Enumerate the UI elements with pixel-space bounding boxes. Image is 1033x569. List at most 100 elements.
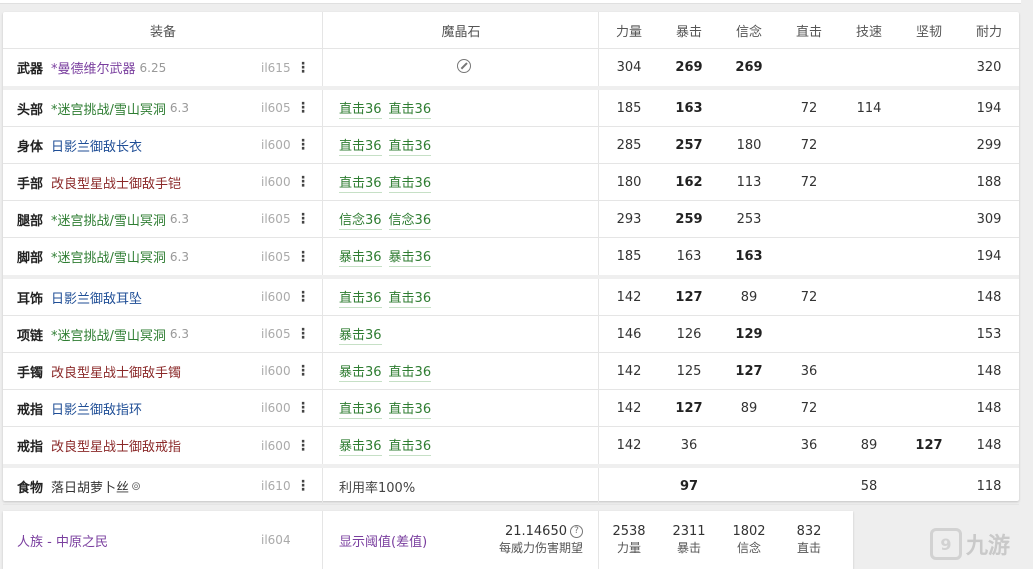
materia-slot[interactable]: 暴击36	[388, 246, 432, 267]
stat-det: 269	[735, 60, 763, 75]
more-options-icon[interactable]: ⋮	[296, 427, 310, 464]
materia-slot[interactable]: 直击36	[388, 398, 432, 419]
damage-value: 21.14650	[504, 524, 567, 539]
materia-cell[interactable]: 直击36 直击36	[339, 279, 438, 315]
stat-vit: 148	[976, 289, 1002, 305]
item-name-text[interactable]: 改良型星战士御敌手铠	[51, 173, 181, 192]
item-name[interactable]: 日影兰御敌指环	[51, 390, 142, 426]
more-options-icon[interactable]: ⋮	[296, 390, 310, 426]
more-options-icon[interactable]: ⋮	[296, 238, 310, 275]
materia-slot[interactable]: 直击36	[388, 135, 432, 156]
item-name-text[interactable]: *曼德维尔武器	[51, 58, 136, 77]
materia-slot[interactable]: 直击36	[388, 98, 432, 119]
materia-slot[interactable]: 暴击36	[339, 246, 382, 267]
materia-slot[interactable]: 直击36	[388, 435, 432, 456]
slot-label: 手部	[17, 176, 44, 192]
item-name[interactable]: 改良型星战士御敌手铠	[51, 164, 181, 200]
materia-cell[interactable]: 直击36 直击36	[339, 90, 438, 126]
materia-slot[interactable]: 直击36	[339, 135, 382, 156]
header-str: 力量	[615, 24, 642, 40]
header-sks: 技速	[855, 24, 882, 40]
item-name[interactable]: *曼德维尔武器 6.25	[51, 49, 166, 86]
item-name-text[interactable]: 日影兰御敌指环	[51, 399, 142, 418]
item-version: 6.3	[169, 327, 189, 341]
materia-cell[interactable]: 暴击36 直击36	[339, 353, 438, 389]
stat-crt: 127	[675, 289, 703, 305]
item-name[interactable]: *迷宫挑战/雪山冥洞 6.3	[51, 238, 189, 275]
materia-slot[interactable]: 暴击36	[339, 361, 382, 382]
stat-sks	[839, 49, 899, 86]
more-options-icon[interactable]: ⋮	[296, 201, 310, 237]
item-level: il610	[261, 479, 291, 493]
slot-label: 武器	[17, 62, 44, 77]
stat-crt: 127	[675, 400, 703, 416]
materia-cell[interactable]: 直击36 直击36	[339, 164, 438, 200]
total-str-value: 2538	[612, 524, 646, 539]
summary-bar: 人族 - 中原之民 il604 显示阈值(差值) 21.14650 ? 每威力伤…	[3, 511, 853, 569]
column-divider	[322, 353, 323, 389]
slot-label: 戒指	[17, 440, 44, 455]
watermark-text: 九游	[966, 534, 1011, 559]
more-options-icon[interactable]: ⋮	[296, 468, 310, 504]
item-name-text[interactable]: *迷宫挑战/雪山冥洞	[51, 325, 166, 344]
item-name[interactable]: *迷宫挑战/雪山冥洞 6.3	[51, 201, 189, 237]
column-divider	[322, 316, 323, 352]
item-name[interactable]: 落日胡萝卜丝 ⊚	[51, 468, 141, 504]
materia-slot[interactable]: 暴击36	[339, 435, 382, 456]
item-level: il600	[261, 364, 291, 378]
show-threshold-toggle[interactable]: 显示阈值(差值)	[339, 511, 427, 569]
item-level: il600	[261, 175, 291, 189]
item-name-text[interactable]: *迷宫挑战/雪山冥洞	[51, 210, 166, 229]
materia-slot[interactable]: 直击36	[388, 287, 432, 308]
materia-cell[interactable]: 利用率100%	[339, 468, 415, 504]
race-selector[interactable]: 人族 - 中原之民	[17, 511, 108, 569]
item-name[interactable]: 改良型星战士御敌手镯	[51, 353, 181, 389]
materia-slot[interactable]: 直击36	[388, 361, 432, 382]
stat-det	[719, 427, 779, 464]
item-name[interactable]: 日影兰御敌耳坠	[51, 279, 142, 315]
materia-slot[interactable]: 信念36	[388, 209, 432, 230]
item-name[interactable]: 日影兰御敌长衣	[51, 127, 142, 163]
more-options-icon[interactable]: ⋮	[296, 279, 310, 315]
materia-cell[interactable]: 直击36 直击36	[339, 390, 438, 426]
materia-cell[interactable]: 信念36 信念36	[339, 201, 438, 237]
materia-slot[interactable]: 直击36	[339, 287, 382, 308]
more-options-icon[interactable]: ⋮	[296, 127, 310, 163]
item-name-text[interactable]: 落日胡萝卜丝	[51, 477, 129, 496]
materia-slot[interactable]: 直击36	[388, 172, 432, 193]
item-name[interactable]: 改良型星战士御敌戒指	[51, 427, 181, 464]
materia-slot[interactable]: 直击36	[339, 172, 382, 193]
slot-label: 项链	[17, 328, 44, 344]
materia-slot[interactable]: 直击36	[339, 98, 382, 119]
more-options-icon[interactable]: ⋮	[296, 353, 310, 389]
item-name-text[interactable]: 日影兰御敌耳坠	[51, 288, 142, 307]
item-name-text[interactable]: 改良型星战士御敌戒指	[51, 436, 181, 455]
more-options-icon[interactable]: ⋮	[296, 164, 310, 200]
materia-cell[interactable]: 直击36 直击36	[339, 127, 438, 163]
total-dh: 832 直击	[779, 511, 839, 569]
materia-cell[interactable]: 暴击36 直击36	[339, 427, 438, 464]
item-name-text[interactable]: 改良型星战士御敌手镯	[51, 362, 181, 381]
materia-slot[interactable]: 暴击36	[339, 324, 382, 345]
stat-sks	[839, 164, 899, 200]
stat-vit: 320	[976, 60, 1002, 75]
more-options-icon[interactable]: ⋮	[296, 316, 310, 352]
stat-crt: 36	[680, 438, 698, 453]
item-name[interactable]: *迷宫挑战/雪山冥洞 6.3	[51, 316, 189, 352]
materia-slot[interactable]: 直击36	[339, 398, 382, 419]
materia-cell[interactable]: 暴击36	[339, 316, 389, 352]
total-det-label: 信念	[736, 541, 761, 555]
stat-str: 293	[616, 211, 642, 227]
more-options-icon[interactable]: ⋮	[296, 90, 310, 126]
item-name[interactable]: *迷宫挑战/雪山冥洞 6.3	[51, 90, 189, 126]
materia-cell[interactable]: 暴击36 暴击36	[339, 238, 438, 275]
stat-vit: 118	[976, 478, 1002, 494]
item-name-text[interactable]: *迷宫挑战/雪山冥洞	[51, 247, 166, 266]
stat-dh	[779, 49, 839, 86]
item-name-text[interactable]: 日影兰御敌长衣	[51, 136, 142, 155]
item-name-text[interactable]: *迷宫挑战/雪山冥洞	[51, 99, 166, 118]
stat-sks: 89	[860, 438, 878, 453]
materia-slot[interactable]: 信念36	[339, 209, 382, 230]
help-icon[interactable]: ?	[570, 525, 583, 538]
more-options-icon[interactable]: ⋮	[296, 49, 310, 86]
